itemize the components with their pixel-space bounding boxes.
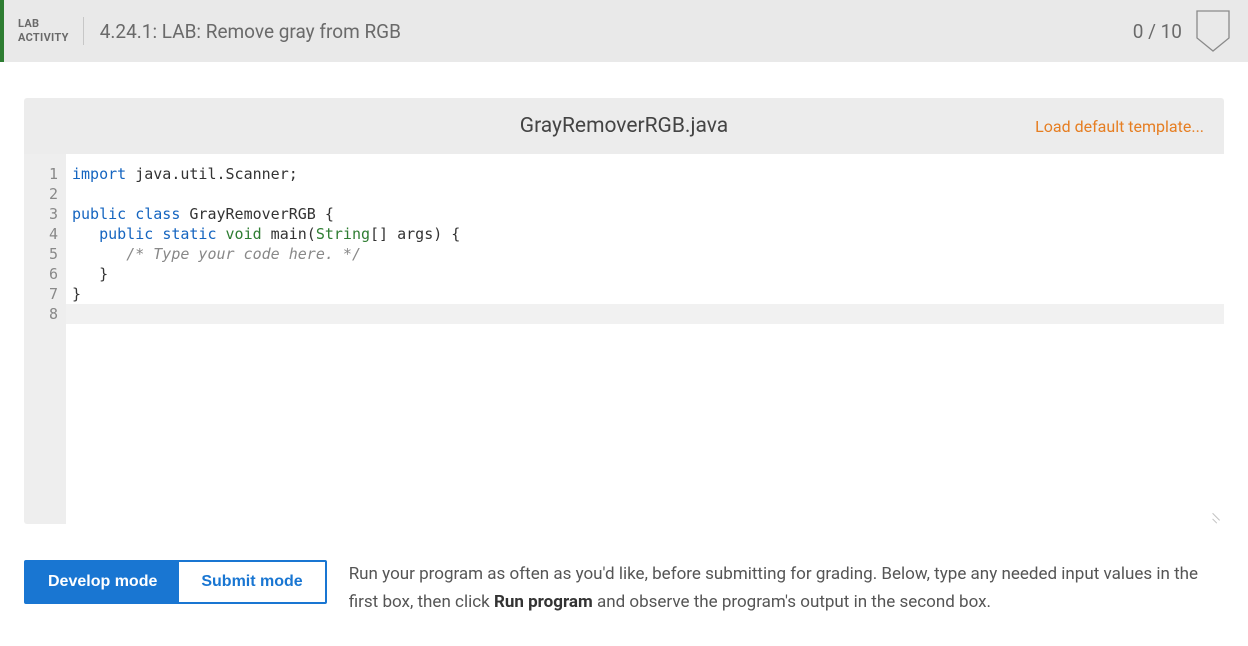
editor-header: GrayRemoverRGB.java Load default templat… <box>24 98 1224 154</box>
instructions-after: and observe the program's output in the … <box>593 592 991 612</box>
line-number-gutter: 12345678 <box>24 154 66 524</box>
run-program-bold: Run program <box>494 592 593 612</box>
line-number: 3 <box>24 204 66 224</box>
code-line[interactable] <box>72 304 1218 324</box>
code-line[interactable]: /* Type your code here. */ <box>72 244 1218 264</box>
code-line[interactable]: public static void main(String[] args) { <box>72 224 1218 244</box>
activity-type-line2: ACTIVITY <box>18 31 69 45</box>
line-number: 2 <box>24 184 66 204</box>
code-line[interactable]: } <box>72 284 1218 304</box>
activity-type-label: LAB ACTIVITY <box>18 17 84 45</box>
lab-header: LAB ACTIVITY 4.24.1: LAB: Remove gray fr… <box>0 0 1248 62</box>
code-line[interactable]: public class GrayRemoverRGB { <box>72 204 1218 224</box>
bottom-controls: Develop mode Submit mode Run your progra… <box>24 560 1224 616</box>
code-text-area[interactable]: import java.util.Scanner; public class Gr… <box>66 154 1224 524</box>
line-number: 4 <box>24 224 66 244</box>
line-number: 6 <box>24 264 66 284</box>
line-number: 1 <box>24 164 66 184</box>
code-line[interactable]: import java.util.Scanner; <box>72 164 1218 184</box>
line-number: 5 <box>24 244 66 264</box>
code-line[interactable] <box>72 184 1218 204</box>
code-line[interactable]: } <box>72 264 1218 284</box>
resize-handle-icon[interactable] <box>1206 506 1220 520</box>
submit-mode-button[interactable]: Submit mode <box>179 562 324 602</box>
code-editor-panel: GrayRemoverRGB.java Load default templat… <box>24 98 1224 524</box>
develop-mode-button[interactable]: Develop mode <box>26 562 179 602</box>
load-default-template-link[interactable]: Load default template... <box>1035 117 1204 136</box>
mode-toggle: Develop mode Submit mode <box>24 560 327 604</box>
activity-type-line1: LAB <box>18 17 69 31</box>
shield-icon <box>1196 10 1230 52</box>
activity-title: 4.24.1: LAB: Remove gray from RGB <box>100 20 1133 43</box>
instructions-text: Run your program as often as you'd like,… <box>349 560 1224 616</box>
score-display: 0 / 10 <box>1133 20 1182 43</box>
line-number: 8 <box>24 304 66 324</box>
line-number: 7 <box>24 284 66 304</box>
code-editor[interactable]: 12345678 import java.util.Scanner; public… <box>24 154 1224 524</box>
